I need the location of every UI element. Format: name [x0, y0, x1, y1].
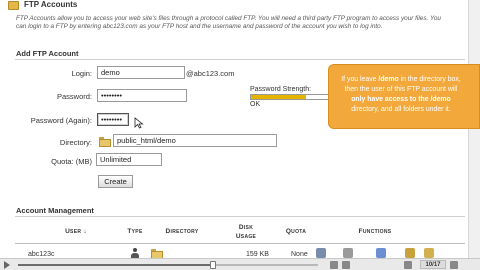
password-strength-meter [250, 94, 330, 100]
column-header-user-label: User [65, 228, 82, 235]
scrollbar[interactable] [468, 0, 480, 270]
callout-line1-pre: If you leave [341, 76, 379, 83]
play-icon[interactable] [4, 261, 10, 269]
callout-line4: directory, and all folders under it. [351, 105, 451, 113]
password-strength-fill [251, 95, 306, 99]
next-slide-icon[interactable] [450, 261, 458, 269]
section-divider [15, 216, 465, 217]
quota-input[interactable]: Unlimited [96, 153, 162, 166]
mouse-cursor-icon [134, 117, 144, 129]
video-player-bar: 10/17 [0, 258, 480, 270]
change-quota-icon[interactable] [343, 248, 353, 258]
delete-account-icon[interactable] [424, 248, 434, 258]
configure-client-icon[interactable] [376, 248, 386, 258]
rewind-icon[interactable] [330, 261, 338, 269]
account-management-heading: Account Management [16, 206, 94, 215]
volume-icon[interactable] [342, 261, 350, 269]
create-button[interactable]: Create [98, 175, 133, 188]
callout-line1-bold: /demo [378, 76, 399, 83]
page-title: FTP Accounts [24, 0, 78, 9]
intro-text: FTP Accounts allow you to access your we… [16, 15, 441, 31]
callout-line3: only have access to the /demo [351, 95, 451, 103]
previous-slide-icon[interactable] [404, 261, 412, 269]
row-quota: None [291, 251, 308, 258]
password-strength-label: Password Strength: [250, 86, 312, 93]
password-input[interactable]: •••••••• [97, 89, 187, 102]
folder-icon [99, 137, 111, 147]
login-input[interactable]: demo [97, 66, 185, 79]
seek-track[interactable] [18, 264, 318, 266]
callout-line1-post: in the directory box, [398, 76, 461, 83]
login-label: Login: [71, 69, 92, 78]
tooltip-callout: If you leave /demo in the directory box,… [328, 64, 480, 129]
sort-arrow-icon[interactable]: ↓ [83, 228, 87, 235]
seek-handle[interactable] [210, 261, 216, 269]
row-user: abc123c [28, 251, 55, 258]
password-again-label: Password (Again): [30, 116, 92, 125]
table-header-divider [15, 243, 465, 244]
domain-suffix: @abc123.com [186, 69, 235, 78]
ftp-accounts-icon [8, 1, 19, 10]
column-header-type[interactable]: Type [119, 221, 151, 243]
section-divider [15, 59, 465, 60]
page-header: FTP Accounts [8, 0, 448, 12]
change-password-icon[interactable] [316, 248, 326, 258]
column-header-functions: Functions [358, 228, 392, 235]
add-ftp-account-heading: Add FTP Account [16, 49, 79, 58]
column-header-disk-usage[interactable]: Disk Usage [228, 221, 264, 243]
column-header-quota[interactable]: Quota [278, 221, 314, 243]
seek-progress [18, 264, 213, 266]
quota-label: Quota: (MB) [51, 157, 92, 166]
column-header-user[interactable]: User ↓ [48, 221, 104, 243]
directory-input[interactable]: public_html/demo [113, 134, 277, 147]
slide-counter: 10/17 [420, 260, 446, 269]
directory-label: Directory: [59, 138, 92, 147]
column-header-directory[interactable]: Directory [152, 221, 212, 243]
row-disk-usage: 159 KB [246, 251, 269, 258]
callout-line2: then the user of this FTP account will [344, 85, 458, 93]
password-label: Password: [56, 92, 92, 101]
password-strength-status: OK [250, 101, 261, 108]
password-again-input[interactable]: •••••••• [97, 113, 129, 126]
folder-function-icon[interactable] [405, 248, 415, 258]
